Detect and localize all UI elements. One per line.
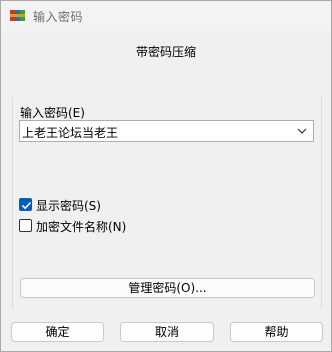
password-combobox[interactable]: 上老王论坛当老王: [19, 120, 314, 142]
winrar-books-icon: [10, 10, 25, 21]
password-label: 输入密码(E): [20, 106, 85, 120]
cancel-button[interactable]: 取消: [120, 322, 214, 342]
show-password-label: 显示密码(S): [36, 199, 101, 213]
window-title: 输入密码: [33, 10, 84, 24]
help-button[interactable]: 帮助: [230, 322, 323, 342]
ok-button[interactable]: 确定: [11, 322, 104, 342]
password-dialog: 输入密码 带密码压缩 输入密码(E) 上老王论坛当老王 显示密码(S) 加密文件…: [0, 0, 332, 352]
dialog-heading: 带密码压缩: [135, 45, 196, 59]
encrypt-filenames-label: 加密文件名称(N): [36, 220, 127, 234]
chevron-down-icon[interactable]: [297, 126, 307, 136]
encrypt-filenames-checkbox[interactable]: [19, 219, 32, 232]
show-password-checkbox[interactable]: [19, 198, 32, 211]
title-bar: 输入密码: [1, 1, 331, 31]
checkmark-icon: [21, 201, 32, 210]
password-value: 上老王论坛当老王: [22, 126, 119, 140]
manage-passwords-button[interactable]: 管理密码(O)...: [20, 278, 315, 298]
